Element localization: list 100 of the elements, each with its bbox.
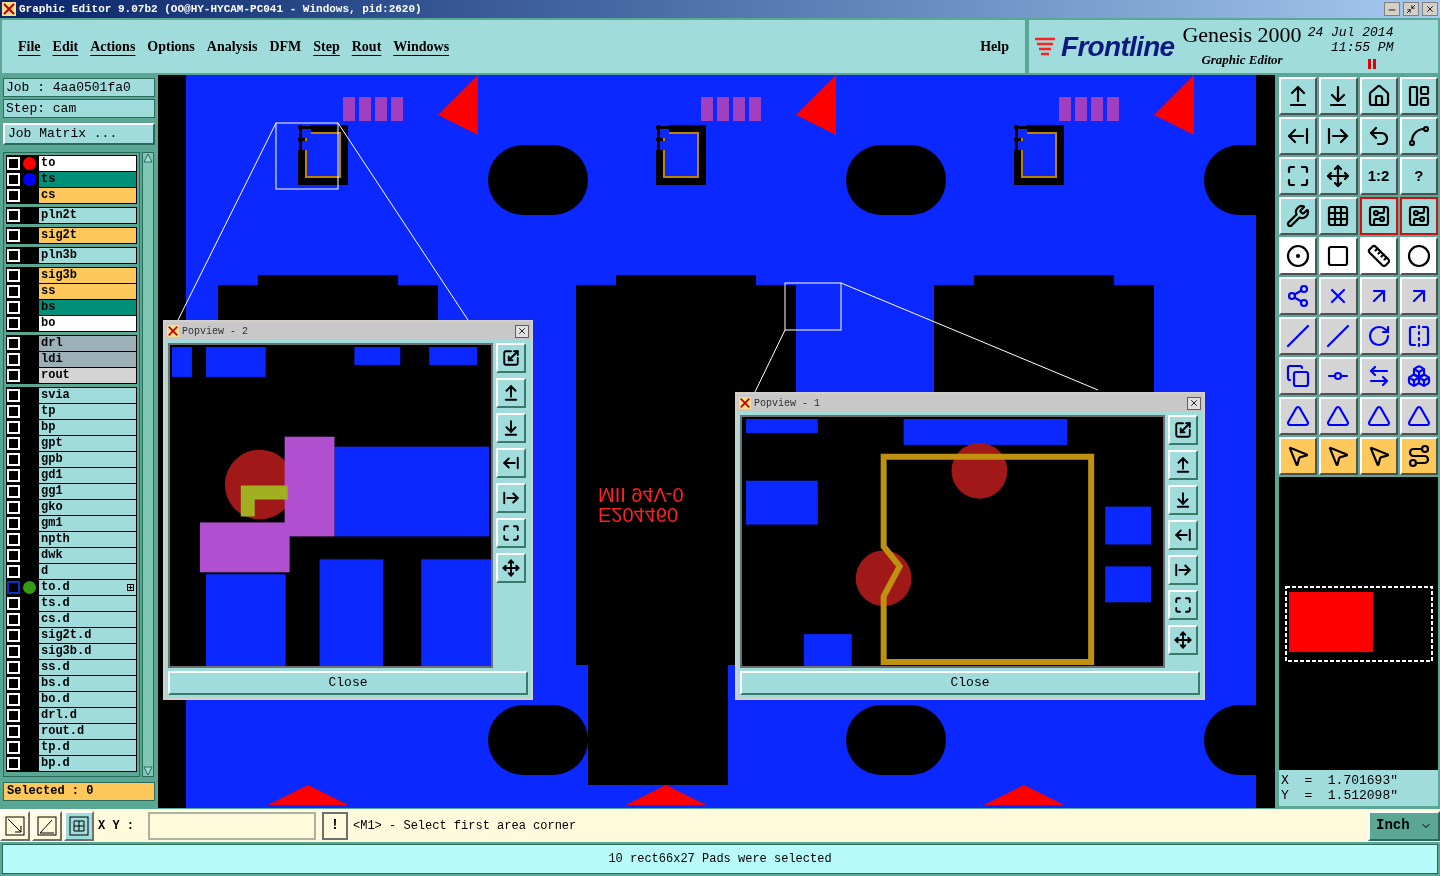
popview-tool-button[interactable] [1168, 625, 1198, 655]
expand-icon [127, 584, 134, 591]
layer-row[interactable]: gpt [39, 436, 136, 451]
layer-row[interactable]: ldi [39, 352, 136, 367]
popview-tool-button[interactable] [1168, 555, 1198, 585]
layer-row[interactable]: tp [39, 404, 136, 419]
layer-row[interactable]: gd1 [39, 468, 136, 483]
xy-input-field[interactable] [148, 811, 316, 840]
layer-row[interactable]: gg1 [39, 484, 136, 499]
layer-row[interactable]: pln2t [39, 208, 136, 223]
layer-row[interactable]: rout.d [39, 724, 136, 739]
layer-row[interactable]: sig3b.d [39, 644, 136, 659]
tool-button[interactable]: 1:2 [1359, 157, 1398, 195]
alert-button[interactable]: ! [322, 811, 348, 840]
tool-button[interactable]: ? [1399, 157, 1438, 195]
layer-row[interactable]: ts.d [39, 596, 136, 611]
layer-row[interactable]: drl [39, 336, 136, 351]
nodes-icon [1286, 284, 1311, 308]
close-icon [1189, 398, 1199, 408]
menu-item[interactable]: Actions [84, 36, 142, 57]
layer-row[interactable]: bo [39, 316, 136, 331]
job-matrix-button[interactable]: Job Matrix ... [3, 123, 155, 145]
layer-row[interactable]: bs.d [39, 676, 136, 691]
tool-button[interactable] [1359, 197, 1398, 235]
layer-checkbox[interactable] [7, 581, 20, 594]
close-button[interactable]: Close [168, 671, 528, 695]
product-name: Genesis 2000 [1182, 23, 1302, 46]
layer-row[interactable]: ss [39, 284, 136, 299]
popview-title: Popview - 1 [754, 396, 820, 411]
layer-row[interactable]: pln3b [39, 248, 136, 263]
layer-row[interactable]: gpb [39, 452, 136, 467]
popview-tool-button[interactable] [496, 518, 526, 548]
popview-tool-button[interactable] [1168, 450, 1198, 480]
tool-button[interactable] [1399, 197, 1438, 235]
close-button[interactable] [515, 324, 529, 338]
scroll-down-icon[interactable] [143, 766, 153, 776]
popview-tool-button[interactable] [496, 553, 526, 583]
menu-item[interactable]: Analysis [200, 36, 264, 57]
layer-row[interactable]: drl.d [39, 708, 136, 723]
app-icon [167, 325, 179, 337]
layer-row[interactable]: ss.d [39, 660, 136, 675]
menu-item[interactable]: Windows [387, 36, 456, 57]
layer-row[interactable]: gm1 [39, 516, 136, 531]
layer-row[interactable]: sig3b [39, 268, 136, 283]
popview-tool-button[interactable] [496, 343, 526, 373]
menu-item[interactable]: Edit [46, 36, 85, 57]
circle-icon [1406, 244, 1431, 268]
job-name: Job : 4aa0501fa0 [3, 78, 155, 97]
popview-title: Popview - 2 [182, 324, 248, 339]
close-button[interactable] [1422, 2, 1438, 16]
x-coordinate: X = 1.701693" [1281, 773, 1400, 788]
layer-row[interactable]: cs.d [39, 612, 136, 627]
triangle-icon [1366, 404, 1391, 428]
date-text: 24 Jul 2014 [1307, 24, 1394, 40]
menu-item[interactable]: Options [141, 36, 201, 57]
layer-row[interactable]: bp [39, 420, 136, 435]
popview-tool-button[interactable] [1168, 590, 1198, 620]
restore-button[interactable] [1403, 2, 1419, 16]
home-icon [1366, 84, 1391, 108]
scrollbar[interactable] [142, 152, 154, 777]
layer-row[interactable]: sig2t [39, 228, 136, 243]
menu-item[interactable]: DFM [263, 36, 308, 57]
scroll-up-icon[interactable] [143, 153, 153, 163]
popview-tool-button[interactable] [1168, 520, 1198, 550]
line-icon [1326, 324, 1351, 348]
menu-item[interactable]: Rout [345, 36, 388, 57]
popview-tool-button[interactable] [496, 483, 526, 513]
close-button[interactable]: Close [740, 671, 1200, 695]
layer-row[interactable]: ts [39, 172, 136, 187]
pause-icon [1367, 58, 1378, 69]
command-tool-button[interactable] [64, 810, 94, 841]
units-dropdown[interactable]: Inch [1368, 810, 1440, 841]
rotate-icon [1366, 324, 1391, 348]
layer-row[interactable]: cs [39, 188, 136, 203]
close-button[interactable] [1187, 396, 1201, 410]
popview-tool-button[interactable] [1168, 415, 1198, 445]
popview-tool-button[interactable] [496, 378, 526, 408]
layer-row[interactable]: bp.d [39, 756, 136, 771]
menu-item[interactable]: Step [307, 36, 346, 57]
layer-row[interactable]: rout [39, 368, 136, 383]
fit-diagonal-icon [5, 815, 25, 836]
menu-item[interactable]: File [12, 36, 47, 57]
popview-tool-button[interactable] [496, 448, 526, 478]
layer-row[interactable]: bo.d [39, 692, 136, 707]
layer-row[interactable]: d [39, 564, 136, 579]
layer-row[interactable]: npth [39, 532, 136, 547]
pan-icon [502, 559, 520, 577]
layer-row[interactable]: to [39, 156, 136, 171]
layer-row[interactable]: gko [39, 500, 136, 515]
popview-tool-button[interactable] [1168, 485, 1198, 515]
triangle-icon [1406, 404, 1431, 428]
popview-tool-button[interactable] [496, 413, 526, 443]
menu-item[interactable]: Help [974, 36, 1015, 57]
layer-row[interactable]: bs [39, 300, 136, 315]
layer-row[interactable]: tp.d [39, 740, 136, 755]
pan-icon [1326, 164, 1351, 188]
layer-row[interactable]: dwk [39, 548, 136, 563]
layer-row[interactable]: svia [39, 388, 136, 403]
layer-row[interactable]: to.d [39, 580, 136, 595]
layer-row[interactable]: sig2t.d [39, 628, 136, 643]
